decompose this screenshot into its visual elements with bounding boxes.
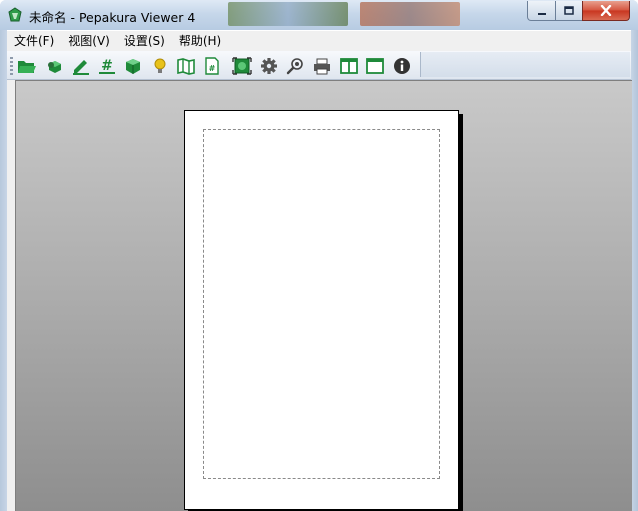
single-view-icon bbox=[366, 57, 384, 74]
page-number-icon: # bbox=[205, 56, 219, 75]
gear-icon bbox=[261, 57, 277, 74]
single-view-button[interactable] bbox=[364, 55, 386, 76]
edit-button[interactable] bbox=[70, 55, 92, 76]
toolbar-grip[interactable] bbox=[10, 57, 13, 75]
maximize-icon bbox=[564, 5, 574, 15]
view-eye-icon bbox=[286, 57, 303, 74]
info-icon bbox=[394, 57, 410, 74]
toolbar-empty-area bbox=[420, 52, 630, 77]
print-margin-guide bbox=[203, 129, 440, 479]
toolbar: # # bbox=[7, 51, 631, 80]
fit-view-button[interactable] bbox=[231, 55, 253, 76]
info-button[interactable] bbox=[391, 55, 413, 76]
close-button[interactable] bbox=[582, 1, 630, 21]
fit-view-icon bbox=[232, 56, 252, 75]
background-blur bbox=[228, 2, 348, 26]
light-button[interactable] bbox=[149, 55, 171, 76]
menu-file[interactable]: 文件(F) bbox=[7, 32, 61, 50]
printer-icon bbox=[314, 58, 330, 74]
map-book-button[interactable] bbox=[175, 55, 197, 76]
svg-text:#: # bbox=[209, 64, 216, 73]
number-sign-icon: # bbox=[99, 58, 115, 74]
window-title: 未命名 - Pepakura Viewer 4 bbox=[29, 10, 196, 25]
3d-parts-button[interactable] bbox=[44, 55, 66, 76]
minimize-button[interactable] bbox=[527, 1, 556, 21]
pepakura-logo-icon bbox=[8, 7, 22, 22]
light-bulb-icon bbox=[154, 58, 166, 73]
close-icon bbox=[600, 5, 612, 16]
app-window: 未命名 - Pepakura Viewer 4 文件(F) 视图(V) 设置(S… bbox=[0, 0, 638, 511]
client-border-left bbox=[7, 80, 15, 511]
menu-settings[interactable]: 设置(S) bbox=[117, 32, 172, 50]
title-bar[interactable]: 未命名 - Pepakura Viewer 4 bbox=[0, 0, 638, 31]
split-view-button[interactable] bbox=[338, 55, 360, 76]
cube-icon bbox=[126, 58, 140, 74]
window-border-right bbox=[631, 30, 638, 511]
open-button[interactable] bbox=[16, 55, 38, 76]
cube-button[interactable] bbox=[122, 55, 144, 76]
map-book-icon bbox=[177, 57, 195, 75]
maximize-button[interactable] bbox=[555, 1, 583, 21]
minimize-icon bbox=[537, 12, 546, 15]
background-blur bbox=[360, 2, 460, 26]
view-button[interactable] bbox=[284, 55, 306, 76]
settings-button[interactable] bbox=[258, 55, 280, 76]
pencil-edit-icon bbox=[73, 59, 89, 75]
3d-parts-icon bbox=[48, 60, 61, 73]
print-button[interactable] bbox=[311, 55, 333, 76]
window-border-left bbox=[0, 30, 7, 511]
split-view-icon bbox=[340, 57, 358, 74]
open-folder-icon bbox=[18, 60, 36, 73]
page-number-button[interactable]: # bbox=[201, 55, 223, 76]
menu-bar: 文件(F) 视图(V) 设置(S) 帮助(H) bbox=[7, 30, 631, 51]
menu-view[interactable]: 视图(V) bbox=[61, 32, 117, 50]
menu-help[interactable]: 帮助(H) bbox=[172, 32, 228, 50]
numbering-button[interactable]: # bbox=[96, 55, 118, 76]
svg-text:#: # bbox=[101, 58, 113, 74]
